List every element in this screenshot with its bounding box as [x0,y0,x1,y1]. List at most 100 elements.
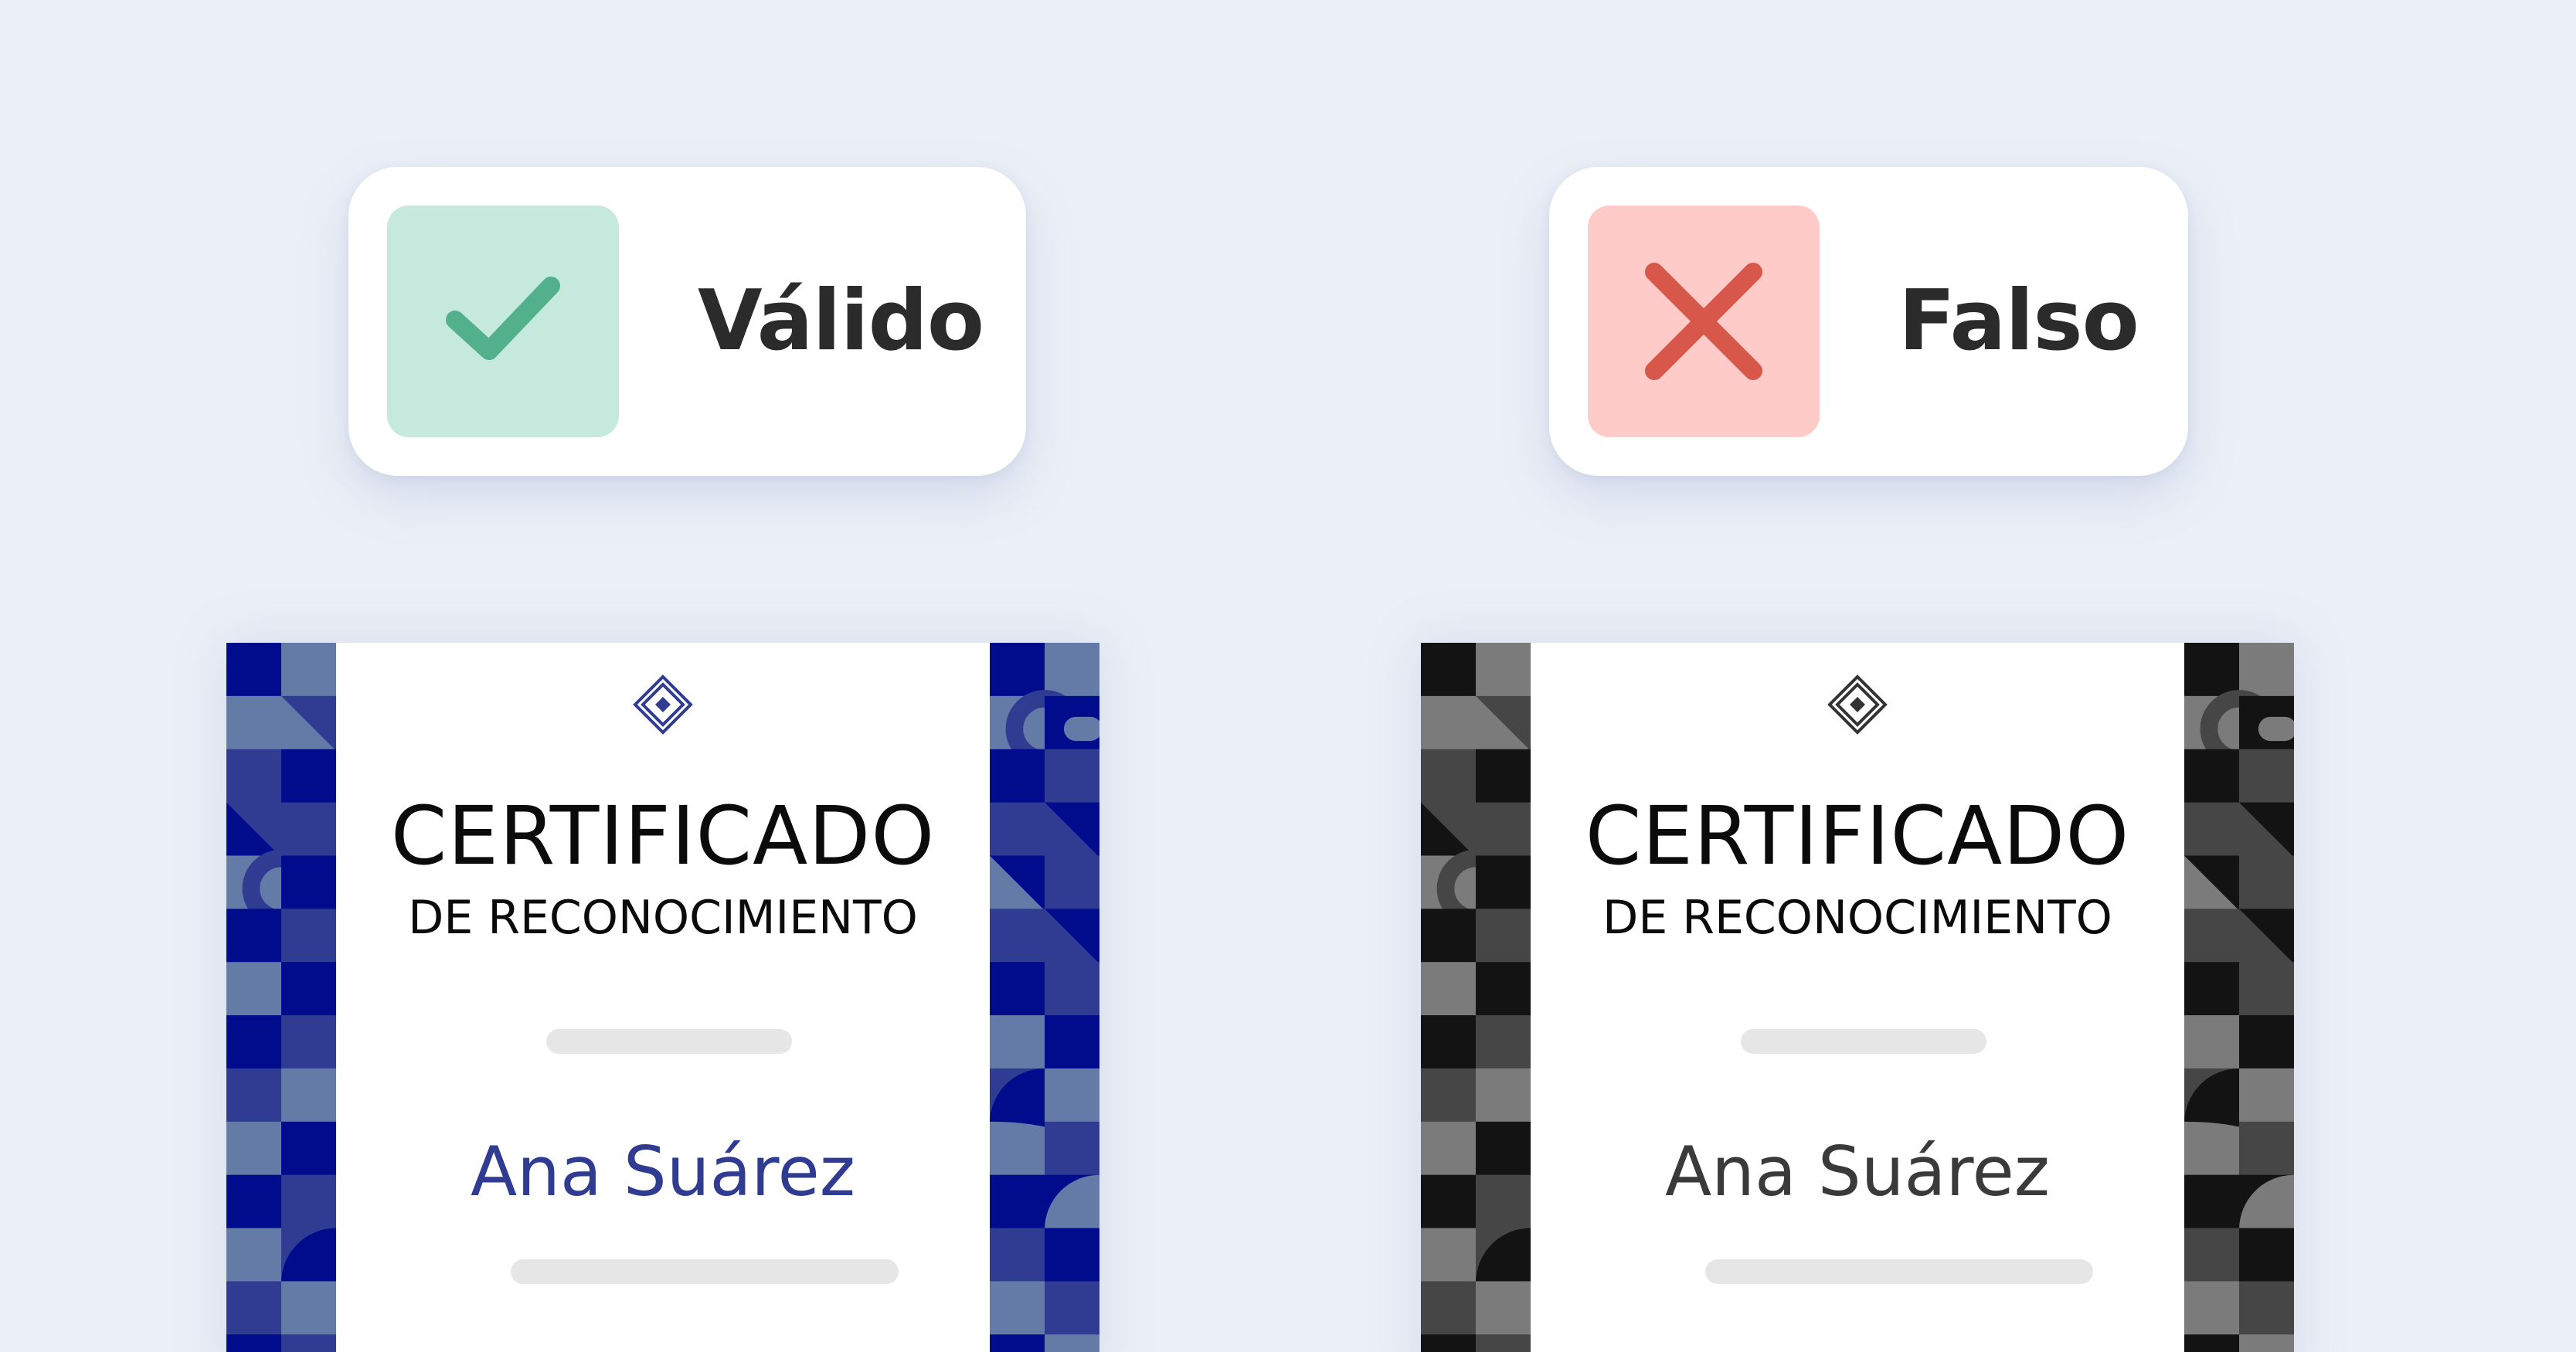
border-tile [281,643,336,698]
border-tile [1476,1334,1531,1352]
border-tile [226,1228,282,1284]
recipient-name: Ana Suárez [470,1132,855,1211]
border-tile [990,643,1045,698]
border-tile [990,1228,1045,1284]
border-tile [281,1174,336,1231]
border-tile [226,1281,282,1337]
border-tile [1421,1334,1477,1352]
border-tile [281,1015,336,1072]
border-tile [1421,1121,1477,1177]
border-tile [281,1281,336,1337]
border-tile [2184,1228,2240,1284]
placeholder-line [1705,1259,2093,1284]
recipient-name: Ana Suárez [1664,1132,2050,1211]
border-tile [1421,643,1477,698]
border-tile [990,962,1045,1018]
border-tile [1045,1068,1099,1124]
border-tile [990,749,1045,805]
border-tile [2184,1281,2240,1337]
border-tile [1476,1068,1531,1124]
border-tile [2239,1068,2294,1124]
border-tile [226,1174,282,1231]
border-pattern [990,643,1099,1352]
border-tile [1421,962,1477,1018]
border-tile [2239,962,2294,1018]
border-tile [2184,1174,2240,1231]
certificate-title: CERTIFICADO [390,789,936,883]
border-tile [281,749,336,805]
border-tile [2184,802,2240,858]
border-tile [281,802,336,858]
cross-icon [1645,263,1762,380]
border-tile [1421,1015,1477,1072]
border-tile [990,909,1045,965]
border-tile [2239,1015,2294,1072]
border-tile [226,909,282,965]
border-tile [281,909,336,965]
certificate-paper: CERTIFICADO DE RECONOCIMIENTO Ana Suárez [336,643,990,1352]
border-tile [2239,643,2294,698]
certificate-border-right [990,643,1099,1352]
certificate-border-left [1421,643,1531,1352]
valid-icon-box [387,206,619,437]
certificate-subtitle: DE RECONOCIMIENTO [408,891,918,945]
border-tile [1421,695,1477,752]
border-tile [1045,749,1099,805]
border-tile [1421,1174,1477,1231]
border-pattern [2184,643,2294,1352]
border-tile [1476,1121,1531,1177]
certificate-border-left [226,643,336,1352]
border-tile [226,1015,282,1072]
border-tile [1476,1281,1531,1337]
border-tile [2239,1334,2294,1352]
border-tile [2184,749,2240,805]
border-tile [1421,1281,1477,1337]
border-tile [990,1174,1045,1231]
border-tile [990,1015,1045,1072]
border-tile [226,695,282,752]
border-tile [226,749,282,805]
border-tile [281,1121,336,1177]
border-tile [2184,962,2240,1018]
border-tile [2239,1281,2294,1337]
border-tile [1476,962,1531,1018]
border-tile [990,1281,1045,1337]
border-tile [281,962,336,1018]
border-tile [1045,1281,1099,1337]
diamond-emblem-icon [633,674,693,735]
border-tile [1421,1228,1477,1284]
border-tile [1476,909,1531,965]
border-tile [1045,1334,1099,1352]
border-tile [226,1121,282,1177]
border-tile [2184,643,2240,698]
valid-label: Válido [698,273,984,369]
border-tile [1045,643,1099,698]
border-tile [1476,643,1531,698]
border-tile [990,1334,1045,1352]
certificate-subtitle: DE RECONOCIMIENTO [1602,891,2112,945]
border-tile [2184,1015,2240,1072]
border-tile [1476,749,1531,805]
border-tile [990,802,1045,858]
border-tile [2239,1228,2294,1284]
border-tile [1476,855,1531,912]
placeholder-line [511,1259,899,1284]
genuine-certificate: CERTIFICADO DE RECONOCIMIENTO Ana Suárez [226,643,1099,1352]
border-tile [2184,909,2240,965]
fake-icon-box [1588,206,1820,437]
border-tile [281,855,336,912]
border-tile [1045,962,1099,1018]
border-tile [1421,749,1477,805]
border-shape [2258,716,2294,742]
border-tile [281,1068,336,1124]
checkmark-icon [446,277,560,360]
border-tile [1421,909,1477,965]
border-tile [226,1068,282,1124]
border-tile [2239,749,2294,805]
border-tile [2184,1334,2240,1352]
border-tile [1476,1015,1531,1072]
forged-certificate: CERTIFICADO DE RECONOCIMIENTO Ana Suárez [1421,643,2294,1352]
border-tile [1045,855,1099,912]
valid-status-card: Válido [348,167,1026,476]
border-tile [226,643,282,698]
